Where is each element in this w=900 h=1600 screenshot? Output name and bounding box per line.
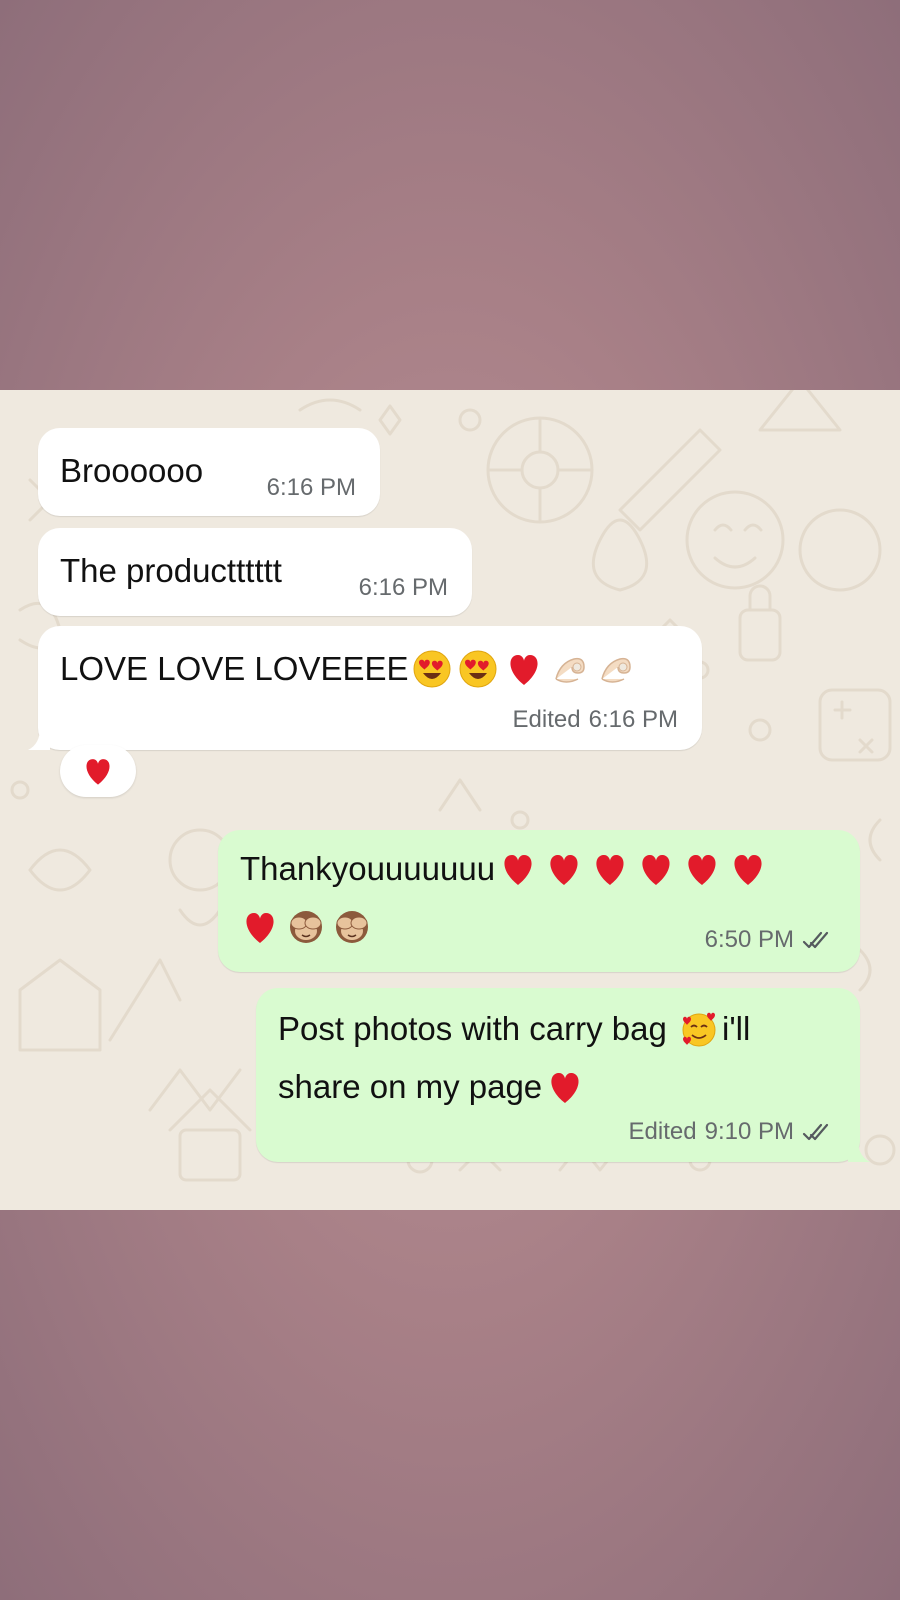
message-meta: Edited 9:10 PM [629, 1118, 836, 1146]
heart-eyes-emoji-icon [459, 650, 496, 688]
message-text: Broooooo [60, 452, 204, 489]
red-heart-emoji-icon [688, 855, 716, 885]
message-time: 6:16 PM [266, 474, 356, 501]
red-heart-emoji-icon [734, 855, 762, 885]
message-time: 6:50 PM [704, 926, 794, 953]
message-meta: 6:50 PM [705, 926, 836, 954]
ok-hand-emoji-icon [554, 657, 585, 683]
message-meta: 6:16 PM [359, 574, 448, 602]
message-text: Thankyouuuuuuu [240, 850, 496, 887]
red-heart-emoji-icon [504, 855, 532, 885]
message-time: 6:16 PM [358, 574, 448, 601]
double-check-read-icon [802, 1123, 829, 1141]
see-no-evil-monkey-emoji-icon [336, 911, 368, 943]
message-text: share on my page [278, 1068, 543, 1105]
red-heart-emoji-icon [550, 855, 578, 885]
edited-label: Edited [512, 706, 581, 733]
message-bubble-outgoing[interactable]: Thankyouuuuuuu 6:50 PM [218, 830, 860, 972]
red-heart-emoji-icon [246, 913, 274, 943]
message-bubble-incoming[interactable]: Broooooo 6:16 PM [38, 428, 380, 516]
bubble-tail [848, 1140, 870, 1162]
message-bubble-incoming[interactable]: The productttttt 6:16 PM [38, 528, 472, 616]
message-content: Post photos with carry bag i'll share on… [278, 1000, 842, 1116]
message-time: 6:16 PM [588, 706, 678, 733]
message-meta: 6:16 PM [267, 474, 356, 502]
chat-screenshot: Broooooo 6:16 PM The productttttt 6:16 P… [0, 390, 900, 1210]
message-bubble-incoming[interactable]: LOVE LOVE LOVEEEE Edited 6:16 PM [28, 626, 702, 750]
see-no-evil-monkey-emoji-icon [290, 911, 322, 943]
red-heart-emoji-icon [642, 855, 670, 885]
message-reaction[interactable] [60, 745, 136, 797]
smiling-face-with-hearts-emoji-icon [682, 1012, 716, 1047]
red-heart-icon [86, 759, 110, 785]
message-bubble-outgoing[interactable]: Post photos with carry bag i'll share on… [256, 988, 870, 1162]
double-check-read-icon [802, 931, 829, 949]
message-content: LOVE LOVE LOVEEEE [60, 640, 639, 698]
red-heart-emoji-icon [551, 1073, 579, 1103]
message-text: LOVE LOVE LOVEEEE [60, 650, 409, 687]
message-text: Post photos with carry bag [278, 1010, 677, 1047]
heart-eyes-emoji-icon [413, 650, 450, 688]
bubble-tail [28, 728, 50, 750]
message-meta: Edited 6:16 PM [513, 706, 678, 734]
message-time: 9:10 PM [704, 1118, 794, 1145]
red-heart-emoji-icon [509, 655, 538, 685]
edited-label: Edited [628, 1118, 697, 1145]
message-text: i'll [722, 1010, 751, 1047]
message-text: The productttttt [60, 552, 282, 589]
red-heart-emoji-icon [596, 855, 624, 885]
ok-hand-emoji-icon [600, 657, 631, 683]
